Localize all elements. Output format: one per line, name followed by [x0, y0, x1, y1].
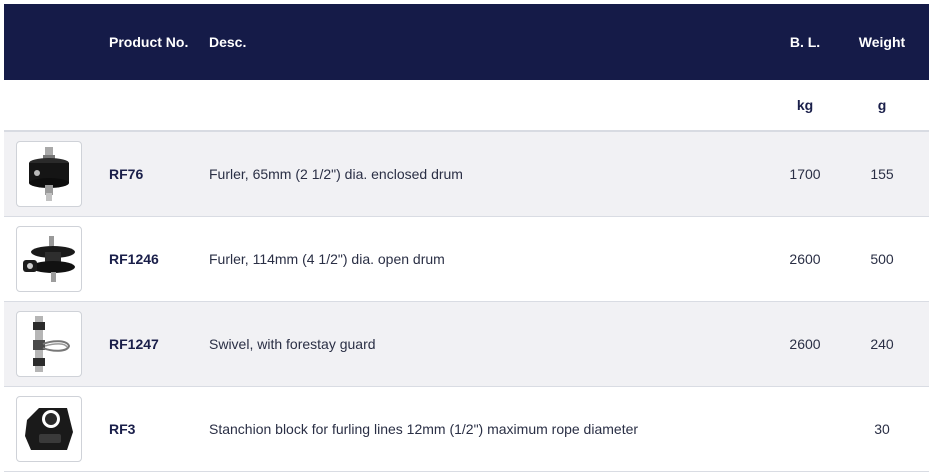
- product-thumbnail[interactable]: [16, 226, 82, 292]
- product-thumbnail[interactable]: [16, 396, 82, 462]
- table-row: RF76 Furler, 65mm (2 1/2") dia. enclosed…: [4, 132, 929, 217]
- product-description: Furler, 114mm (4 1/2") dia. open drum: [209, 251, 445, 267]
- product-thumbnail[interactable]: [16, 311, 82, 377]
- product-description: Stanchion block for furling lines 12mm (…: [209, 421, 639, 437]
- header-breaking-load: B. L.: [789, 34, 821, 50]
- swivel-forestay-guard-icon: [33, 316, 71, 372]
- product-table: Product No. Desc. B. L. Weight kg g RF76…: [4, 4, 929, 472]
- table-row: RF1246 Furler, 114mm (4 1/2") dia. open …: [4, 217, 929, 302]
- product-number[interactable]: RF76: [109, 166, 143, 182]
- product-description: Swivel, with forestay guard: [209, 336, 376, 352]
- product-number[interactable]: RF1247: [109, 336, 159, 352]
- product-number[interactable]: RF3: [109, 421, 135, 437]
- table-row: RF3 Stanchion block for furling lines 12…: [4, 387, 929, 472]
- table-row: RF1247 Swivel, with forestay guard 2600 …: [4, 302, 929, 387]
- product-description: Furler, 65mm (2 1/2") dia. enclosed drum: [209, 166, 463, 182]
- stanchion-block-icon: [25, 408, 73, 450]
- enclosed-drum-furler-icon: [29, 147, 69, 201]
- weight-value: 500: [870, 251, 894, 267]
- product-number[interactable]: RF1246: [109, 251, 159, 267]
- breaking-load-value: 2600: [789, 251, 821, 267]
- weight-value: 240: [870, 336, 894, 352]
- product-thumbnail[interactable]: [16, 141, 82, 207]
- unit-breaking-load: kg: [796, 97, 814, 113]
- breaking-load-value: 1700: [789, 166, 821, 182]
- breaking-load-value: 2600: [789, 336, 821, 352]
- header-weight: Weight: [858, 34, 906, 50]
- weight-value: 30: [874, 421, 890, 437]
- open-drum-furler-icon: [23, 236, 75, 282]
- header-desc: Desc.: [209, 34, 247, 50]
- units-row: kg g: [4, 80, 929, 132]
- header-product-no: Product No.: [109, 34, 189, 50]
- unit-weight: g: [877, 97, 887, 113]
- weight-value: 155: [870, 166, 894, 182]
- table-header: Product No. Desc. B. L. Weight: [4, 4, 929, 80]
